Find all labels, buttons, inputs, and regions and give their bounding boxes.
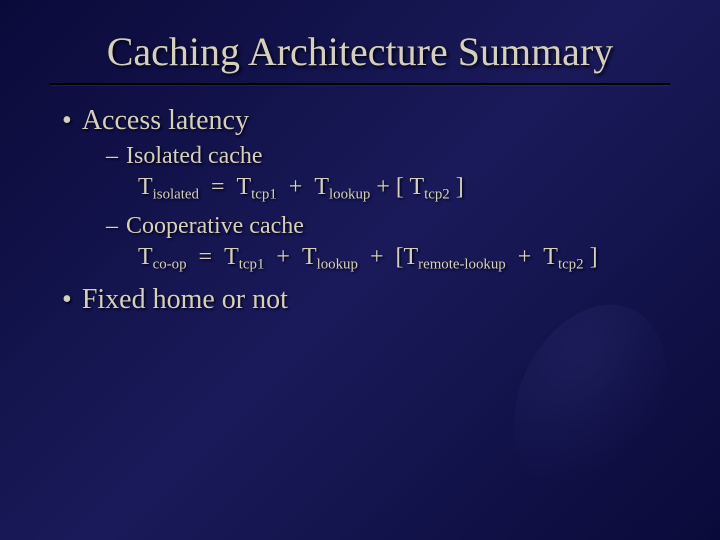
dash-icon: – [106, 213, 118, 239]
bullet-dot-icon: • [62, 105, 72, 136]
sub-lookup: lookup [329, 186, 370, 202]
op-eq: = [187, 244, 225, 270]
bullet-dot-icon: • [62, 284, 72, 315]
dash-icon: – [106, 143, 118, 169]
term-T: T [224, 244, 239, 270]
bullet-fixed-home: • Fixed home or not [62, 284, 670, 316]
term-T: T [302, 244, 317, 270]
subbullet-cooperative: –Cooperative cache [106, 213, 670, 240]
sub-isolated: isolated [153, 186, 199, 202]
slide-body: •Access latency –Isolated cache Tisolate… [0, 105, 720, 316]
bullet-access-latency: • Access latency [62, 105, 670, 137]
formula-isolated: Tisolated = Ttcp1 + Tlookup + [ Ttcp2 ] [138, 174, 670, 203]
sub-tcp1: tcp1 [251, 186, 277, 202]
op-eq: = [199, 174, 237, 200]
term-T: T [409, 174, 424, 200]
formula-coop: Tco-op = Ttcp1 + Tlookup + [Tremote-look… [138, 244, 670, 273]
term-T: T [543, 244, 558, 270]
sub-tcp1: tcp1 [239, 257, 265, 273]
sub-tcp2: tcp2 [558, 257, 584, 273]
op-plus: + [506, 244, 544, 270]
slide-title: Caching Architecture Summary [0, 0, 720, 83]
term-T: T [237, 174, 252, 200]
term-T: T [138, 174, 153, 200]
sub-coop: co-op [153, 257, 187, 273]
sub-tcp2: tcp2 [424, 186, 450, 202]
op-plus-bracket: + [ [358, 244, 404, 270]
term-T: T [314, 174, 329, 200]
op-plus: + [277, 174, 315, 200]
sub-lookup: lookup [317, 257, 358, 273]
term-T: T [138, 244, 153, 270]
subbullet-isolated: –Isolated cache [106, 143, 670, 170]
title-underline [50, 83, 670, 85]
bracket-close: ] [450, 174, 464, 200]
subbullet-text: Isolated cache [126, 143, 263, 169]
op-plus-bracket: + [ [370, 174, 409, 200]
bullet-text: Access latency [82, 105, 249, 136]
sub-remote-lookup: remote-lookup [418, 257, 506, 273]
bullet-text: Fixed home or not [82, 284, 288, 315]
op-plus: + [264, 244, 302, 270]
bracket-close: ] [584, 244, 598, 270]
subbullet-text: Cooperative cache [126, 213, 304, 239]
term-T: T [403, 244, 418, 270]
